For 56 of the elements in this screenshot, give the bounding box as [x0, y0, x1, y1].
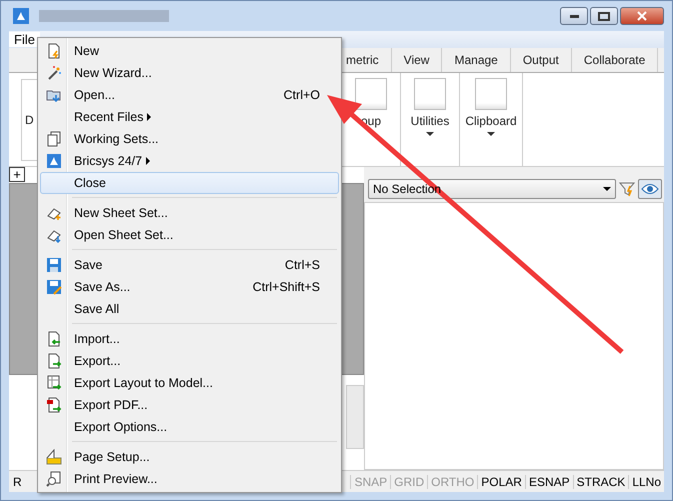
- menu-item[interactable]: Close: [40, 172, 339, 194]
- ribbon-tab[interactable]: Collaborate: [572, 48, 658, 72]
- floppy-disk-pencil-icon: [46, 279, 62, 295]
- command-prompt: R: [12, 474, 22, 488]
- status-toggle[interactable]: POLAR: [477, 474, 525, 488]
- ribbon-tab[interactable]: Output: [510, 48, 572, 72]
- scrollbar[interactable]: [346, 385, 364, 449]
- close-icon: [637, 11, 647, 21]
- menu-item[interactable]: Export Options...: [40, 416, 339, 438]
- status-toggle[interactable]: LLNo: [628, 474, 664, 488]
- menu-item[interactable]: Working Sets...: [40, 128, 339, 150]
- menu-item[interactable]: Save All: [40, 298, 339, 320]
- ribbon-group-label: D: [25, 113, 34, 127]
- menu-item[interactable]: New Sheet Set...: [40, 202, 339, 224]
- status-toggle[interactable]: ESNAP: [524, 474, 573, 488]
- filter-icon[interactable]: [619, 181, 635, 197]
- menu-item[interactable]: File: [9, 32, 40, 47]
- menu-item[interactable]: Save As... Ctrl+Shift+S: [40, 276, 339, 298]
- menu-item[interactable]: Print Preview...: [40, 468, 339, 490]
- grid-arrow-icon: [46, 375, 62, 391]
- ribbon-group-label[interactable]: Clipboard: [465, 114, 517, 128]
- ribbon-button[interactable]: [355, 78, 387, 110]
- menu-item[interactable]: Open... Ctrl+O: [40, 84, 339, 106]
- new-document-icon: [46, 43, 62, 59]
- status-toggle[interactable]: STRACK: [572, 474, 628, 488]
- pages-icon: [46, 131, 62, 147]
- maximize-icon: [598, 12, 610, 20]
- document-arrow-icon: [46, 353, 62, 369]
- minimize-button[interactable]: [560, 7, 588, 25]
- menu-item[interactable]: Page Setup...: [40, 446, 339, 468]
- menu-item[interactable]: Export PDF...: [40, 394, 339, 416]
- menu-item[interactable]: Open Sheet Set...: [40, 224, 339, 246]
- ruler-icon: [46, 449, 62, 465]
- maximize-button[interactable]: [590, 7, 618, 25]
- app-logo-icon: [46, 153, 62, 169]
- caret-icon[interactable]: [487, 132, 495, 136]
- menu-item[interactable]: Import...: [40, 328, 339, 350]
- minimize-icon: [570, 14, 578, 18]
- ribbon-tab[interactable]: View: [392, 48, 442, 72]
- eye-button[interactable]: [638, 179, 662, 199]
- menu-item[interactable]: Recent Files: [40, 106, 339, 128]
- menu-item[interactable]: Save Ctrl+S: [40, 254, 339, 276]
- menu-item[interactable]: Bricsys 24/7: [40, 150, 339, 172]
- caret-icon: [603, 187, 611, 191]
- menu-item[interactable]: Export Layout to Model...: [40, 372, 339, 394]
- pdf-arrow-icon: [46, 397, 62, 413]
- magic-wand-icon: [46, 65, 62, 81]
- ribbon-tab[interactable]: Manage: [442, 48, 511, 72]
- caret-icon[interactable]: [426, 132, 434, 136]
- document-arrow-icon: [46, 331, 62, 347]
- magnifier-icon: [46, 471, 62, 487]
- app-logo-icon: [13, 8, 29, 24]
- ribbon-group-label[interactable]: Utilities: [410, 114, 450, 128]
- menu-item[interactable]: Export...: [40, 350, 339, 372]
- close-button[interactable]: [620, 7, 664, 25]
- add-tab-button[interactable]: +: [9, 167, 25, 182]
